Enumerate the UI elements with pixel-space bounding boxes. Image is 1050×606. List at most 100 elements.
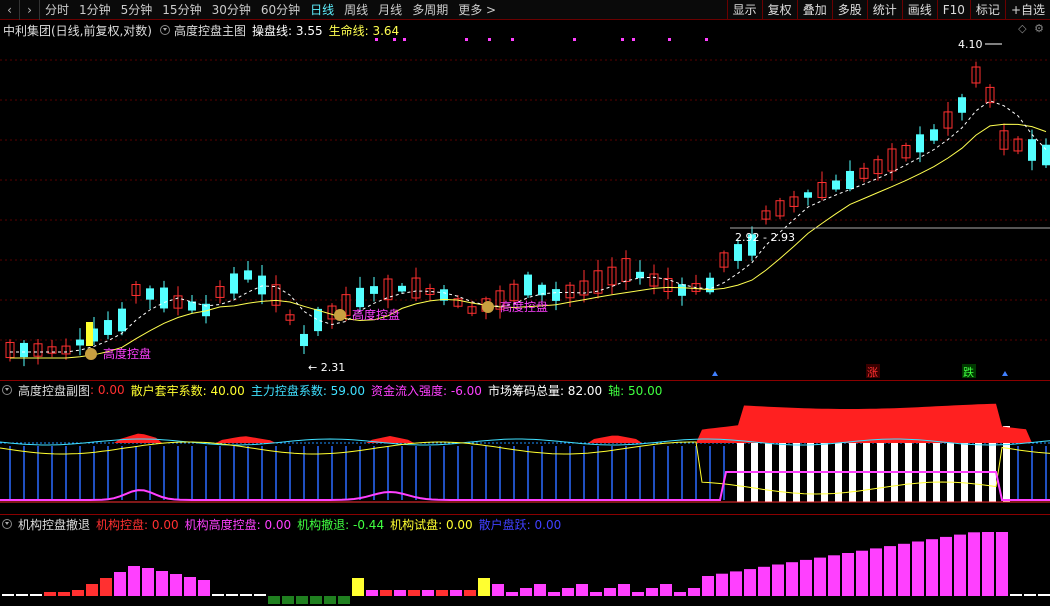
signal-dot	[465, 38, 468, 41]
candle-body	[958, 97, 966, 113]
vol-bar	[597, 446, 599, 500]
period-tab-5[interactable]: 60分钟	[256, 0, 305, 20]
inst-bar	[1010, 594, 1022, 596]
annotation-label: 高度控盘	[352, 307, 400, 322]
vol-bar	[653, 446, 655, 500]
control-subchart[interactable]	[0, 398, 1050, 514]
nav-forward-icon[interactable]: ›	[20, 0, 40, 20]
period-tab-9[interactable]: 多周期	[407, 0, 453, 20]
vol-bar	[639, 446, 641, 500]
sub2-value-4: 散户盘跃: 0.00	[478, 517, 562, 532]
institution-subchart[interactable]	[0, 532, 1050, 606]
inst-bar	[72, 590, 84, 596]
nav-back-icon[interactable]: ‹	[0, 0, 20, 20]
period-tab-0[interactable]: 分时	[40, 0, 74, 20]
vol-bar	[163, 446, 165, 500]
inst-bar	[16, 594, 28, 596]
candle-body	[930, 129, 938, 141]
sub1-value-0: : 0.00	[90, 383, 125, 397]
vol-bar	[429, 446, 431, 500]
inst-bar	[366, 590, 378, 596]
vol-bar	[93, 446, 95, 500]
vol-bar	[9, 446, 11, 500]
inst-bar	[128, 566, 140, 596]
period-tab-10[interactable]: 更多 >	[453, 0, 501, 20]
vol-bar	[471, 446, 473, 500]
toolbar-button-0[interactable]: 显示	[726, 0, 762, 20]
toolbar-button-3[interactable]: 多股	[831, 0, 867, 20]
inst-bar	[394, 590, 406, 596]
candle-body	[20, 342, 28, 358]
inst-bar	[380, 590, 392, 596]
inst-bar	[436, 590, 448, 596]
toolbar-button-1[interactable]: 复权	[761, 0, 797, 20]
period-tab-3[interactable]: 15分钟	[157, 0, 206, 20]
annotation-label: 高度控盘	[103, 346, 151, 361]
toolbar-button-7[interactable]: 标记	[969, 0, 1005, 20]
candle-body	[1042, 144, 1050, 166]
period-tab-6[interactable]: 日线	[305, 0, 339, 20]
vol-bar	[373, 446, 375, 500]
candle-body	[230, 273, 238, 294]
sub2-indicator-name[interactable]: 机构控盘撤退	[18, 516, 90, 533]
toolbar-button-8[interactable]: +自选	[1004, 0, 1050, 20]
inst-bar	[954, 534, 966, 596]
settings-circle-icon[interactable]	[2, 519, 12, 529]
period-tab-8[interactable]: 月线	[373, 0, 407, 20]
signal-dot	[403, 38, 406, 41]
vol-bar	[331, 446, 333, 500]
inst-bar	[310, 596, 322, 604]
period-tab-7[interactable]: 周线	[339, 0, 373, 20]
inst-bar	[212, 594, 224, 596]
sub2-value-3: 机构试盘: 0.00	[390, 517, 473, 532]
low-price-label: ← 2.31	[308, 361, 345, 374]
inst-bar	[646, 588, 658, 596]
inst-bar	[478, 578, 490, 596]
candle-body	[846, 170, 854, 190]
period-tabs: ‹ › 分时 1分钟 5分钟 15分钟 30分钟 60分钟 日线 周线 月线 多周期 更多 >	[0, 0, 501, 20]
inst-bar	[618, 584, 630, 596]
period-tab-1[interactable]: 1分钟	[74, 0, 116, 20]
candle-body	[160, 287, 168, 309]
sub1-indicator-name[interactable]: 高度控盘副图	[18, 382, 90, 399]
inst-bar	[86, 584, 98, 596]
inst-bar	[800, 559, 812, 596]
inst-bar	[324, 596, 336, 604]
toolbar-button-4[interactable]: 统计	[866, 0, 902, 20]
inst-bar	[2, 594, 14, 596]
inst-bar	[114, 572, 126, 596]
sub1-value-3: 资金流入强度: -6.00	[371, 383, 482, 398]
inst-bar	[688, 588, 700, 596]
inst-bar	[58, 592, 70, 596]
inst-bar	[702, 576, 714, 596]
vol-bar	[247, 446, 249, 500]
toolbar-button-5[interactable]: 画线	[901, 0, 937, 20]
high-price-label: 4.10	[958, 38, 983, 51]
sub1-info-bar: 高度控盘副图 : 0.00 散户套牢系数: 40.00 主力控盘系数: 59.00 资…	[0, 381, 668, 399]
toolbar-button-6[interactable]: F10	[936, 0, 970, 20]
sub2-value-1: 机构高度控盘: 0.00	[184, 517, 292, 532]
inst-bar	[352, 578, 364, 596]
inst-bar	[674, 592, 686, 596]
signal-dot	[511, 38, 514, 41]
period-tab-4[interactable]: 30分钟	[207, 0, 256, 20]
vol-bar	[667, 446, 669, 500]
candle-body	[118, 308, 126, 332]
inst-bar	[716, 573, 728, 596]
vol-bar	[289, 446, 291, 500]
toolbar-button-2[interactable]: 叠加	[796, 0, 832, 20]
inst-bar	[884, 546, 896, 596]
money-bag-icon	[85, 348, 97, 360]
period-tab-2[interactable]: 5分钟	[116, 0, 158, 20]
inst-bar	[30, 594, 42, 596]
settings-circle-icon[interactable]	[2, 385, 12, 395]
life-line	[10, 123, 1047, 359]
signal-dot	[668, 38, 671, 41]
candle-body	[146, 288, 154, 300]
vol-bar	[275, 446, 277, 500]
sub1-value-5: 轴: 50.00	[608, 383, 663, 398]
candlestick-chart[interactable]: 高度控盘高度控盘高度控盘4.10← 2.312.92 - 2.93涨跌	[0, 20, 1050, 380]
vol-bar	[233, 446, 235, 500]
inst-bar	[184, 577, 196, 596]
candle-body	[370, 286, 378, 294]
